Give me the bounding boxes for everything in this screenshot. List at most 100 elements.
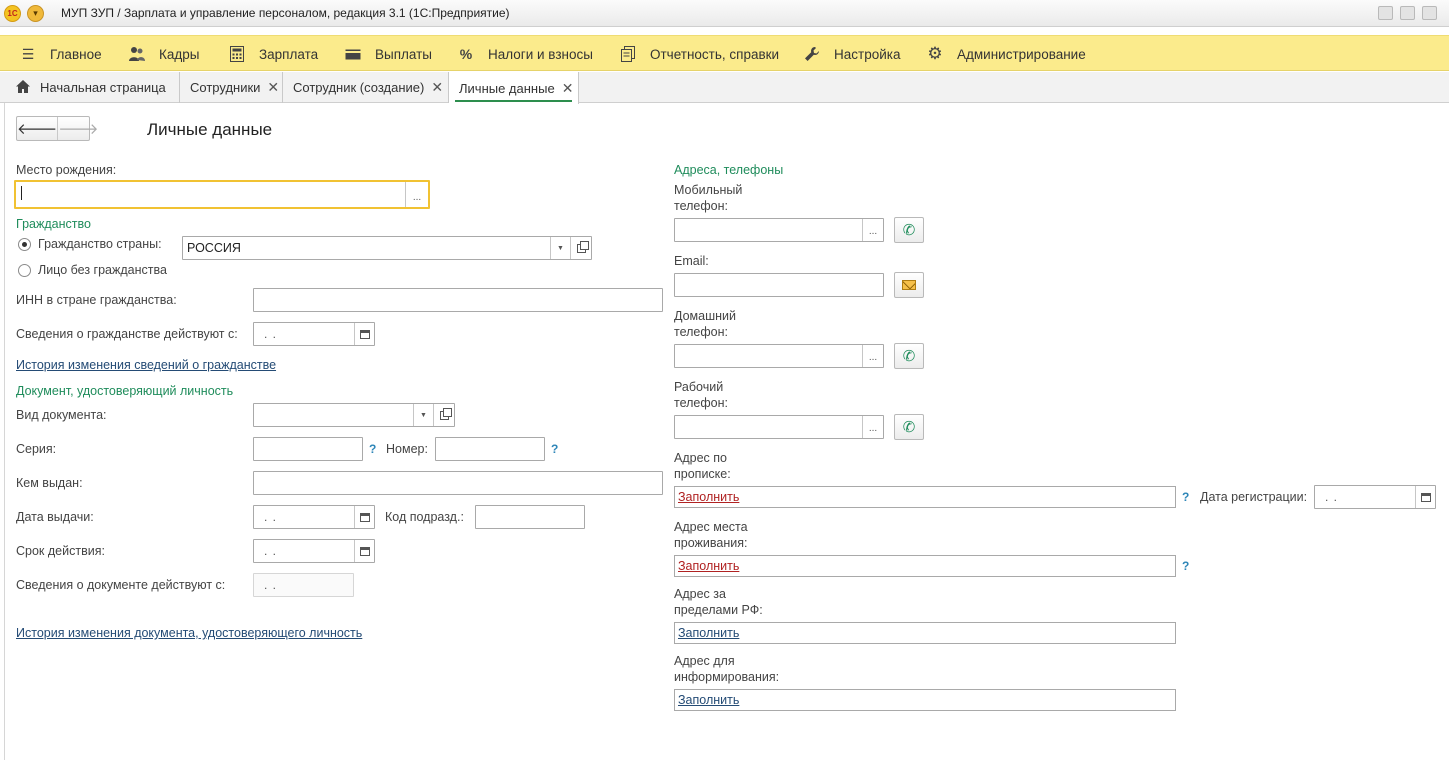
menu-item-main[interactable]: ☰ Главное bbox=[18, 36, 102, 72]
menu-label: Кадры bbox=[159, 46, 200, 62]
country-select[interactable]: РОССИЯ ▼ bbox=[182, 236, 592, 260]
foreign-address-label-line2: пределами РФ: bbox=[674, 603, 763, 617]
citizenship-country-label: Гражданство страны: bbox=[38, 237, 162, 251]
number-label: Номер: bbox=[386, 442, 428, 456]
menu-item-payments[interactable]: Выплаты bbox=[343, 36, 432, 72]
back-arrow-icon[interactable]: 🡐 bbox=[17, 117, 59, 140]
1c-logo-icon[interactable]: 1С bbox=[4, 5, 21, 22]
menu-label: Администрирование bbox=[957, 46, 1086, 62]
calendar-icon[interactable] bbox=[354, 323, 374, 345]
calendar-icon[interactable] bbox=[1415, 486, 1435, 508]
series-help-icon[interactable]: ? bbox=[369, 442, 376, 456]
birthplace-label: Место рождения: bbox=[16, 163, 117, 177]
close-icon[interactable]: ✕ bbox=[267, 79, 279, 96]
ellipsis-button[interactable]: ... bbox=[862, 345, 883, 367]
menu-item-settings[interactable]: Настройка bbox=[802, 36, 900, 72]
citizenship-valid-from-date[interactable]: . . bbox=[253, 322, 375, 346]
info-address-label-line2: информирования: bbox=[674, 670, 780, 684]
call-mobile-button[interactable]: ✆ bbox=[894, 217, 924, 243]
page-title: Личные данные bbox=[147, 120, 273, 139]
date-mask: . . bbox=[264, 578, 278, 592]
menu-label: Настройка bbox=[834, 46, 901, 62]
close-icon[interactable]: ✕ bbox=[431, 79, 443, 96]
citizenship-country-radio[interactable] bbox=[18, 238, 31, 251]
work-phone-input[interactable]: ... bbox=[674, 415, 884, 439]
phone-icon: ✆ bbox=[902, 348, 916, 365]
expiry-date-input[interactable]: . . bbox=[253, 539, 375, 563]
menu-item-salary[interactable]: Зарплата bbox=[227, 36, 318, 72]
tab-employee-create[interactable]: Сотрудник (создание) ✕ bbox=[283, 72, 449, 103]
identity-group-title: Документ, удостоверяющий личность bbox=[16, 384, 234, 398]
inn-label: ИНН в стране гражданства: bbox=[16, 293, 177, 307]
menu-item-taxes[interactable]: % Налоги и взносы bbox=[456, 36, 593, 72]
wallet-icon bbox=[343, 44, 363, 64]
navigation-buttons: 🡐 🡒 bbox=[16, 116, 98, 141]
call-home-button[interactable]: ✆ bbox=[894, 343, 924, 369]
tab-label: Личные данные bbox=[459, 80, 555, 96]
doc-type-select[interactable]: ▼ bbox=[253, 403, 455, 427]
percent-icon: % bbox=[459, 46, 473, 62]
more-window-icon[interactable] bbox=[1422, 6, 1437, 20]
foreign-address-fill-link[interactable]: Заполнить bbox=[678, 626, 739, 640]
menu-label: Налоги и взносы bbox=[488, 46, 593, 62]
close-icon[interactable]: ✕ bbox=[562, 80, 574, 97]
inn-input[interactable] bbox=[253, 288, 663, 312]
call-work-button[interactable]: ✆ bbox=[894, 414, 924, 440]
forward-arrow-icon[interactable]: 🡒 bbox=[58, 117, 98, 140]
contacts-group-title: Адреса, телефоны bbox=[674, 163, 784, 177]
calculator-icon bbox=[227, 44, 247, 64]
save-window-icon[interactable] bbox=[1378, 6, 1393, 20]
series-input[interactable] bbox=[253, 437, 363, 461]
reg-address-fill-link[interactable]: Заполнить bbox=[678, 490, 739, 504]
tab-personal-data[interactable]: Личные данные ✕ bbox=[449, 72, 579, 104]
mobile-label-line1: Мобильный bbox=[674, 183, 743, 197]
ellipsis-button[interactable]: ... bbox=[862, 219, 883, 241]
identity-history-link[interactable]: История изменения документа, удостоверяю… bbox=[16, 626, 362, 640]
date-mask: . . bbox=[264, 327, 278, 341]
birthplace-input[interactable]: ... bbox=[14, 180, 430, 209]
issue-date-input[interactable]: . . bbox=[253, 505, 375, 529]
ellipsis-button[interactable]: ... bbox=[405, 182, 428, 207]
mobile-phone-input[interactable]: ... bbox=[674, 218, 884, 242]
home-phone-label-line1: Домашний bbox=[674, 309, 736, 323]
app-menu-button[interactable]: ▾ bbox=[27, 5, 44, 22]
number-help-icon[interactable]: ? bbox=[551, 442, 558, 456]
calendar-icon[interactable] bbox=[354, 540, 374, 562]
open-form-icon[interactable] bbox=[570, 237, 591, 259]
gear-icon: ⚙ bbox=[927, 44, 943, 63]
menu-item-administration[interactable]: ⚙ Администрирование bbox=[925, 36, 1086, 72]
send-email-button[interactable] bbox=[894, 272, 924, 298]
tab-home[interactable]: Начальная страница bbox=[0, 72, 180, 103]
reg-address-help-icon[interactable]: ? bbox=[1182, 490, 1189, 504]
info-address-fill-link[interactable]: Заполнить bbox=[678, 693, 739, 707]
chevron-down-icon[interactable]: ▼ bbox=[413, 404, 433, 426]
home-phone-input[interactable]: ... bbox=[674, 344, 884, 368]
reg-date-input[interactable]: . . bbox=[1314, 485, 1436, 509]
country-value: РОССИЯ bbox=[187, 241, 241, 255]
chevron-down-icon[interactable]: ▼ bbox=[550, 237, 570, 259]
living-address-help-icon[interactable]: ? bbox=[1182, 559, 1189, 573]
citizenship-history-link[interactable]: История изменения сведений о гражданстве bbox=[16, 358, 276, 372]
issued-by-input[interactable] bbox=[253, 471, 663, 495]
reports-icon bbox=[618, 44, 638, 64]
issue-date-label: Дата выдачи: bbox=[16, 510, 94, 524]
email-input[interactable] bbox=[674, 273, 884, 297]
tab-employees[interactable]: Сотрудники ✕ bbox=[180, 72, 283, 103]
ellipsis-button[interactable]: ... bbox=[862, 416, 883, 438]
calendar-icon[interactable] bbox=[354, 506, 374, 528]
number-input[interactable] bbox=[435, 437, 545, 461]
phone-icon: ✆ bbox=[902, 419, 916, 436]
menu-item-personnel[interactable]: Кадры bbox=[127, 36, 199, 72]
hamburger-icon: ☰ bbox=[21, 45, 35, 62]
home-phone-label-line2: телефон: bbox=[674, 325, 728, 339]
division-code-label: Код подразд.: bbox=[385, 510, 464, 524]
phone-icon: ✆ bbox=[902, 222, 916, 239]
stateless-label: Лицо без гражданства bbox=[38, 263, 167, 277]
menu-item-reports[interactable]: Отчетность, справки bbox=[618, 36, 779, 72]
open-form-icon[interactable] bbox=[433, 404, 454, 426]
stateless-radio[interactable] bbox=[18, 264, 31, 277]
print-window-icon[interactable] bbox=[1400, 6, 1415, 20]
division-code-input[interactable] bbox=[475, 505, 585, 529]
living-address-fill-link[interactable]: Заполнить bbox=[678, 559, 739, 573]
work-phone-label-line1: Рабочий bbox=[674, 380, 724, 394]
